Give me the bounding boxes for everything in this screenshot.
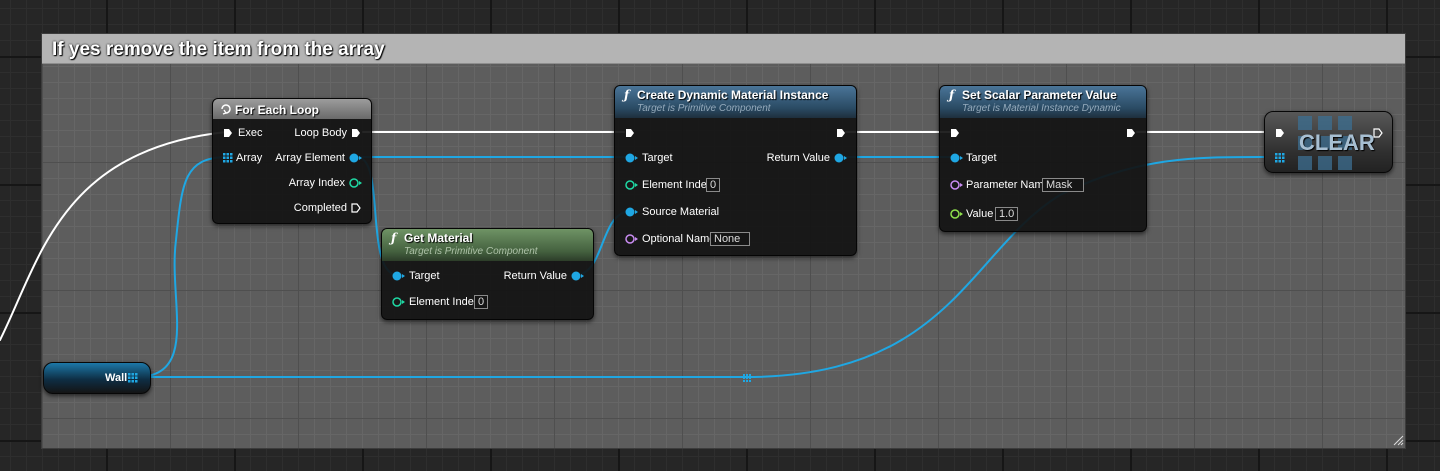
value-field[interactable]: 1.0 <box>995 207 1019 221</box>
node-title: Set Scalar Parameter Value <box>962 88 1117 102</box>
node-subtitle: Target is Material Instance Dynamic <box>962 103 1121 114</box>
return-value-out-pin-icon[interactable] <box>571 271 584 281</box>
parameter-name-field[interactable]: Mask <box>1042 178 1084 192</box>
completed-out-pin-icon[interactable] <box>351 203 361 213</box>
node-subtitle: Target is Primitive Component <box>404 246 538 257</box>
wall-variable-label: Wall <box>105 372 128 384</box>
set-scalar-header[interactable]: ƒ Set Scalar Parameter Value Target is M… <box>940 86 1146 118</box>
for-each-loop-header[interactable]: For Each Loop <box>213 99 371 119</box>
return-value-out-pin-icon[interactable] <box>834 153 847 163</box>
pin-label-loop-body: Loop Body <box>294 127 347 139</box>
source-material-in-pin-icon[interactable] <box>625 207 638 217</box>
exec-out-pin-icon[interactable] <box>1373 128 1383 138</box>
optional-name-in-pin-icon[interactable] <box>625 234 638 244</box>
array-out-pin-icon[interactable] <box>128 373 138 383</box>
pin-label-optional-name: Optional Name <box>642 233 716 245</box>
target-array-in-pin-icon[interactable] <box>1275 153 1285 163</box>
array-element-out-pin-icon[interactable] <box>349 153 362 163</box>
exec-in-pin-icon[interactable] <box>223 128 233 138</box>
clear-label: CLEAR <box>1299 130 1375 155</box>
pin-label-exec: Exec <box>238 127 263 139</box>
create-dmi-header[interactable]: ƒ Create Dynamic Material Instance Targe… <box>615 86 856 118</box>
pin-label-return-value: Return Value <box>766 152 830 164</box>
exec-wire-incoming <box>0 131 227 341</box>
element-index-field[interactable]: 0 <box>474 295 489 309</box>
loop-icon <box>221 104 231 115</box>
pin-label-array-element: Array Element <box>275 152 345 164</box>
value-in-pin-icon[interactable] <box>950 209 963 219</box>
clear-array-node[interactable]: CLEAR <box>1264 111 1393 173</box>
for-each-loop-node[interactable]: For Each Loop Exec Array Loop Body Array… <box>212 98 372 224</box>
node-subtitle: Target is Primitive Component <box>637 103 771 114</box>
get-material-node[interactable]: ƒ Get Material Target is Primitive Compo… <box>381 228 594 320</box>
pin-label-completed: Completed <box>293 202 347 214</box>
target-in-pin-icon[interactable] <box>392 271 405 281</box>
pin-label-source-material: Source Material <box>642 206 720 218</box>
pin-label-array: Array <box>236 152 263 164</box>
function-icon: ƒ <box>949 88 955 102</box>
element-index-in-pin-icon[interactable] <box>392 297 405 307</box>
pin-label-element-index: Element Index <box>409 296 480 308</box>
pin-label-target: Target <box>966 152 997 164</box>
create-dynamic-material-instance-node[interactable]: ƒ Create Dynamic Material Instance Targe… <box>614 85 857 256</box>
set-scalar-parameter-value-node[interactable]: ƒ Set Scalar Parameter Value Target is M… <box>939 85 1147 232</box>
loop-body-out-pin-icon[interactable] <box>351 128 361 138</box>
pin-label-parameter-name: Parameter Name <box>966 179 1050 191</box>
target-in-pin-icon[interactable] <box>625 153 638 163</box>
pin-label-return-value: Return Value <box>503 270 567 282</box>
exec-out-pin-icon[interactable] <box>1126 128 1136 138</box>
exec-in-pin-icon[interactable] <box>625 128 635 138</box>
array-index-out-pin-icon[interactable] <box>349 178 362 188</box>
pin-label-array-index: Array Index <box>288 177 345 189</box>
exec-in-pin-icon[interactable] <box>1275 128 1285 138</box>
wall-variable-node[interactable]: Wall <box>43 362 151 394</box>
element-index-in-pin-icon[interactable] <box>625 180 638 190</box>
node-title: For Each Loop <box>235 103 319 117</box>
pin-label-target: Target <box>409 270 440 282</box>
pin-label-target: Target <box>642 152 673 164</box>
reroute-knot-icon <box>743 374 751 382</box>
optional-name-field[interactable]: None <box>710 232 750 246</box>
element-index-field[interactable]: 0 <box>706 178 721 192</box>
exec-out-pin-icon[interactable] <box>836 128 846 138</box>
node-title: Get Material <box>404 231 473 245</box>
pin-label-element-index: Element Index <box>642 179 713 191</box>
get-material-header[interactable]: ƒ Get Material Target is Primitive Compo… <box>382 229 593 261</box>
pin-label-value: Value <box>966 208 994 220</box>
target-in-pin-icon[interactable] <box>950 153 963 163</box>
parameter-name-in-pin-icon[interactable] <box>950 180 963 190</box>
array-in-pin-icon[interactable] <box>223 153 233 163</box>
exec-in-pin-icon[interactable] <box>950 128 960 138</box>
function-icon: ƒ <box>624 88 630 102</box>
node-title: Create Dynamic Material Instance <box>637 88 829 102</box>
function-icon: ƒ <box>391 231 397 245</box>
